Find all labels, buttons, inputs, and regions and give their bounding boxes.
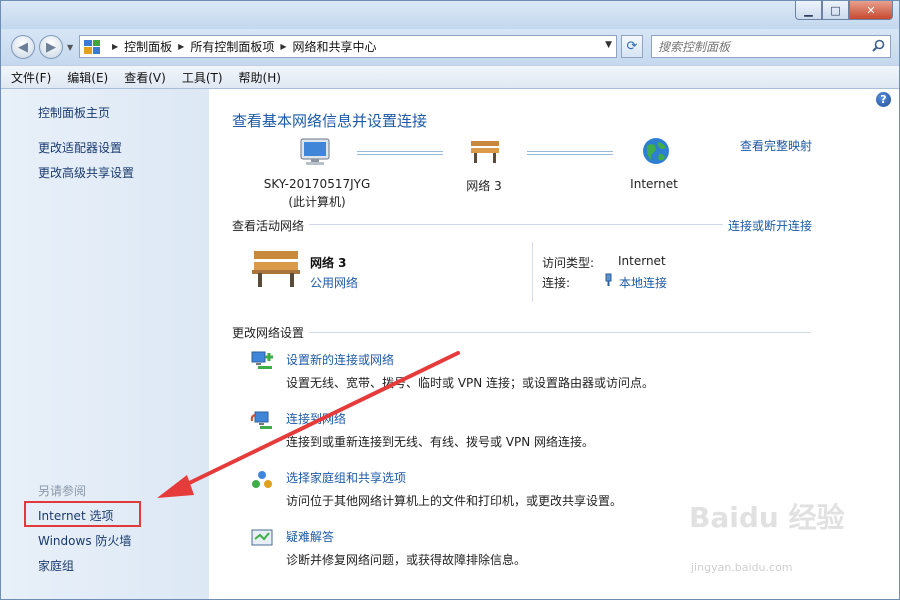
homegroup-link[interactable]: 家庭组 <box>38 557 74 574</box>
connect-disconnect-link[interactable]: 连接或断开连接 <box>728 217 812 234</box>
bench-active-network-icon <box>252 251 300 287</box>
maximize-button[interactable]: □ <box>822 1 849 20</box>
help-icon[interactable]: ? <box>876 92 891 107</box>
change-advanced-sharing-link[interactable]: 更改高级共享设置 <box>38 164 134 181</box>
homegroup-sharing-icon <box>252 471 272 488</box>
connect-to-network-desc: 连接到或重新连接到无线、有线、拨号或 VPN 网络连接。 <box>286 435 595 449</box>
menu-edit[interactable]: 编辑(E) <box>67 69 108 86</box>
change-adapter-settings-link[interactable]: 更改适配器设置 <box>38 139 122 156</box>
breadcrumb-separator-icon: ▶ <box>178 42 185 51</box>
title-bar: ▁ □ ✕ <box>1 1 899 29</box>
bench-network-icon <box>471 141 499 163</box>
map-connection-line <box>357 151 443 155</box>
breadcrumb-control-panel[interactable]: 控制面板 <box>124 38 172 55</box>
connect-to-network-link[interactable]: 连接到网络 <box>286 410 346 427</box>
search-icon[interactable] <box>872 39 885 52</box>
homegroup-sharing-link[interactable]: 选择家庭组和共享选项 <box>286 469 406 486</box>
baidu-watermark-url: jingyan.baidu.com <box>691 561 793 574</box>
window-controls: ▁ □ ✕ <box>795 1 893 20</box>
back-button[interactable]: ◀ <box>11 35 35 59</box>
menu-bar: 文件(F) 编辑(E) 查看(V) 工具(T) 帮助(H) <box>1 65 899 89</box>
new-connection-icon <box>251 351 273 369</box>
back-arrow-icon: ◀ <box>18 39 28 55</box>
active-network-name: 网络 3 <box>310 256 347 270</box>
address-dropdown-icon[interactable]: ▼ <box>605 40 612 50</box>
refresh-icon: ⟳ <box>626 39 638 54</box>
breadcrumb-separator-icon: ▶ <box>280 42 287 51</box>
change-network-settings-heading: 更改网络设置 <box>232 326 305 340</box>
menu-help[interactable]: 帮助(H) <box>239 69 281 86</box>
setup-connection-desc: 设置无线、宽带、拨号、临时或 VPN 连接；或设置路由器或访问点。 <box>286 376 655 390</box>
ethernet-plug-icon <box>605 273 612 286</box>
troubleshoot-desc: 诊断并修复网络问题，或获得故障排除信息。 <box>286 553 527 567</box>
network-node-label: 网络 3 <box>466 179 502 193</box>
connections-label: 连接: <box>542 276 571 290</box>
recent-pages-dropdown-icon[interactable]: ▼ <box>67 43 73 52</box>
troubleshoot-icon <box>251 529 273 546</box>
minimize-button[interactable]: ▁ <box>795 1 822 20</box>
access-type-label: 访问类型: <box>542 256 595 270</box>
public-network-link[interactable]: 公用网络 <box>310 274 358 291</box>
connect-to-network-icon <box>250 411 272 429</box>
menu-file[interactable]: 文件(F) <box>11 69 51 86</box>
breadcrumb-network-center[interactable]: 网络和共享中心 <box>293 38 377 55</box>
section-divider <box>309 224 723 225</box>
troubleshoot-link[interactable]: 疑难解答 <box>286 528 334 545</box>
navigation-bar: ◀ ▶ ▼ ▶ 控制面板 ▶ 所有控制面板项 ▶ 网络和共享中心 ▼ ⟳ <box>1 29 899 65</box>
internet-globe-icon <box>643 138 669 164</box>
menu-view[interactable]: 查看(V) <box>124 69 166 86</box>
page-title: 查看基本网络信息并设置连接 <box>232 112 428 130</box>
breadcrumb-all-items[interactable]: 所有控制面板项 <box>190 38 274 55</box>
see-also-heading: 另请参阅 <box>38 484 87 498</box>
close-button[interactable]: ✕ <box>849 1 893 20</box>
homegroup-sharing-desc: 访问位于其他网络计算机上的文件和打印机，或更改共享设置。 <box>286 494 623 508</box>
search-input[interactable] <box>658 39 858 54</box>
computer-icon <box>300 138 330 165</box>
access-type-value: Internet <box>618 254 666 268</box>
this-computer-label: (此计算机) <box>288 195 346 209</box>
setup-connection-link[interactable]: 设置新的连接或网络 <box>286 351 394 368</box>
windows-firewall-link[interactable]: Windows 防火墙 <box>38 532 131 549</box>
forward-button[interactable]: ▶ <box>39 35 63 59</box>
local-connection-link[interactable]: 本地连接 <box>619 274 667 291</box>
forward-arrow-icon: ▶ <box>46 39 56 55</box>
internet-node-label: Internet <box>630 177 678 191</box>
network-sharing-center-window: ▁ □ ✕ ◀ ▶ ▼ ▶ 控制面板 ▶ 所有控制面板项 ▶ 网络和共享中心 ▼… <box>0 0 900 600</box>
address-bar[interactable]: ▶ 控制面板 ▶ 所有控制面板项 ▶ 网络和共享中心 ▼ <box>79 35 617 58</box>
section-divider <box>309 332 811 333</box>
active-networks-heading: 查看活动网络 <box>232 219 305 233</box>
map-connection-line <box>527 151 613 155</box>
search-box[interactable] <box>651 35 891 58</box>
internet-options-link[interactable]: Internet 选项 <box>38 507 113 524</box>
refresh-button[interactable]: ⟳ <box>621 35 643 58</box>
computer-name-label: SKY-20170517JYG <box>263 177 371 191</box>
baidu-watermark: Baidu 经验 <box>689 501 845 534</box>
menu-tools[interactable]: 工具(T) <box>182 69 223 86</box>
control-panel-home-link[interactable]: 控制面板主页 <box>38 104 110 121</box>
vertical-divider <box>532 242 533 302</box>
breadcrumb-separator-icon: ▶ <box>112 42 119 51</box>
see-full-map-link[interactable]: 查看完整映射 <box>740 137 812 154</box>
control-panel-icon <box>84 39 100 54</box>
left-navigation-pane: 控制面板主页 更改适配器设置 更改高级共享设置 另请参阅 Internet 选项… <box>1 89 209 599</box>
